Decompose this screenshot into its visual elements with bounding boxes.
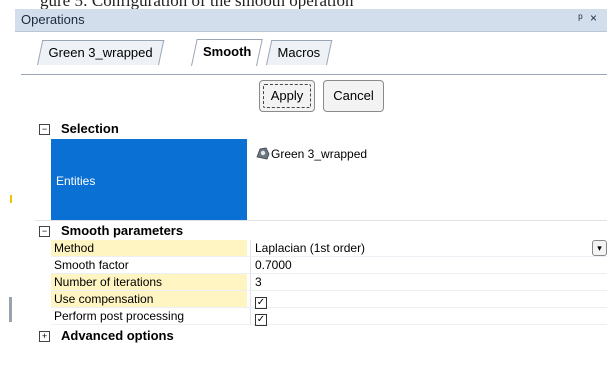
panel-title: Operations <box>21 12 85 27</box>
property-name: Use compensation <box>51 291 247 307</box>
property-name: Smooth factor <box>54 258 129 272</box>
property-row-smooth-factor[interactable]: Smooth factor 0.7000 <box>51 257 607 274</box>
expand-icon[interactable]: + <box>39 331 50 342</box>
tab-macros[interactable]: Macros <box>266 40 332 65</box>
category-label: Advanced options <box>61 328 174 343</box>
collapse-icon[interactable]: − <box>39 124 50 135</box>
column-separator <box>250 240 251 256</box>
tab-green-3-wrapped[interactable]: Green 3_wrapped <box>37 40 165 65</box>
property-row-method[interactable]: Method Laplacian (1st order) ▾ <box>51 240 607 257</box>
apply-button-label: Apply <box>263 84 311 108</box>
checkmark-icon[interactable]: ✓ <box>255 314 267 326</box>
left-scroll-marker <box>9 297 12 322</box>
method-value[interactable]: Laplacian (1st order) <box>255 240 365 256</box>
column-separator <box>250 308 251 324</box>
panel-titlebar: Operations ᵖ × <box>15 9 607 32</box>
column-separator <box>250 291 251 307</box>
apply-button[interactable]: Apply <box>259 80 315 112</box>
category-label: Selection <box>61 121 119 136</box>
category-smooth-parameters[interactable]: − Smooth parameters <box>35 221 607 240</box>
property-row-use-compensation[interactable]: Use compensation ✓ <box>51 291 607 309</box>
property-row-post-processing[interactable]: Perform post processing ✓ <box>51 308 607 326</box>
property-name: Perform post processing <box>54 309 185 323</box>
property-row-iterations[interactable]: Number of iterations 3 <box>51 274 607 291</box>
tab-baseline <box>21 74 607 75</box>
column-separator <box>250 257 251 273</box>
category-selection[interactable]: − Selection <box>35 119 607 138</box>
post-processing-checkbox[interactable]: ✓ <box>255 308 267 326</box>
document-caption-fragment: gure 5: Configuration of the smooth oper… <box>40 0 607 9</box>
category-label: Smooth parameters <box>61 223 184 238</box>
column-separator <box>250 274 251 290</box>
pin-icon[interactable]: ᵖ × <box>578 11 599 25</box>
entities-label-text: Entities <box>56 174 96 188</box>
chevron-down-icon[interactable]: ▾ <box>592 240 607 256</box>
cancel-button[interactable]: Cancel <box>323 80 384 112</box>
category-advanced-options[interactable]: + Advanced options <box>35 326 607 345</box>
entities-field-label[interactable]: Entities <box>51 139 247 220</box>
left-accent-marker <box>10 195 12 203</box>
tab-smooth[interactable]: Smooth <box>191 39 264 66</box>
use-compensation-checkbox[interactable]: ✓ <box>255 291 267 309</box>
entity-value[interactable]: Green 3_wrapped <box>271 147 367 161</box>
left-margin <box>0 0 15 388</box>
mesh-object-icon <box>256 147 270 160</box>
property-name: Number of iterations <box>51 274 247 290</box>
smooth-factor-value[interactable]: 0.7000 <box>255 257 292 273</box>
collapse-icon[interactable]: − <box>39 226 50 237</box>
iterations-value[interactable]: 3 <box>255 274 262 290</box>
property-name: Method <box>51 240 247 256</box>
operations-panel: Operations ᵖ × Green 3_wrapped Smooth Ma… <box>15 9 607 388</box>
